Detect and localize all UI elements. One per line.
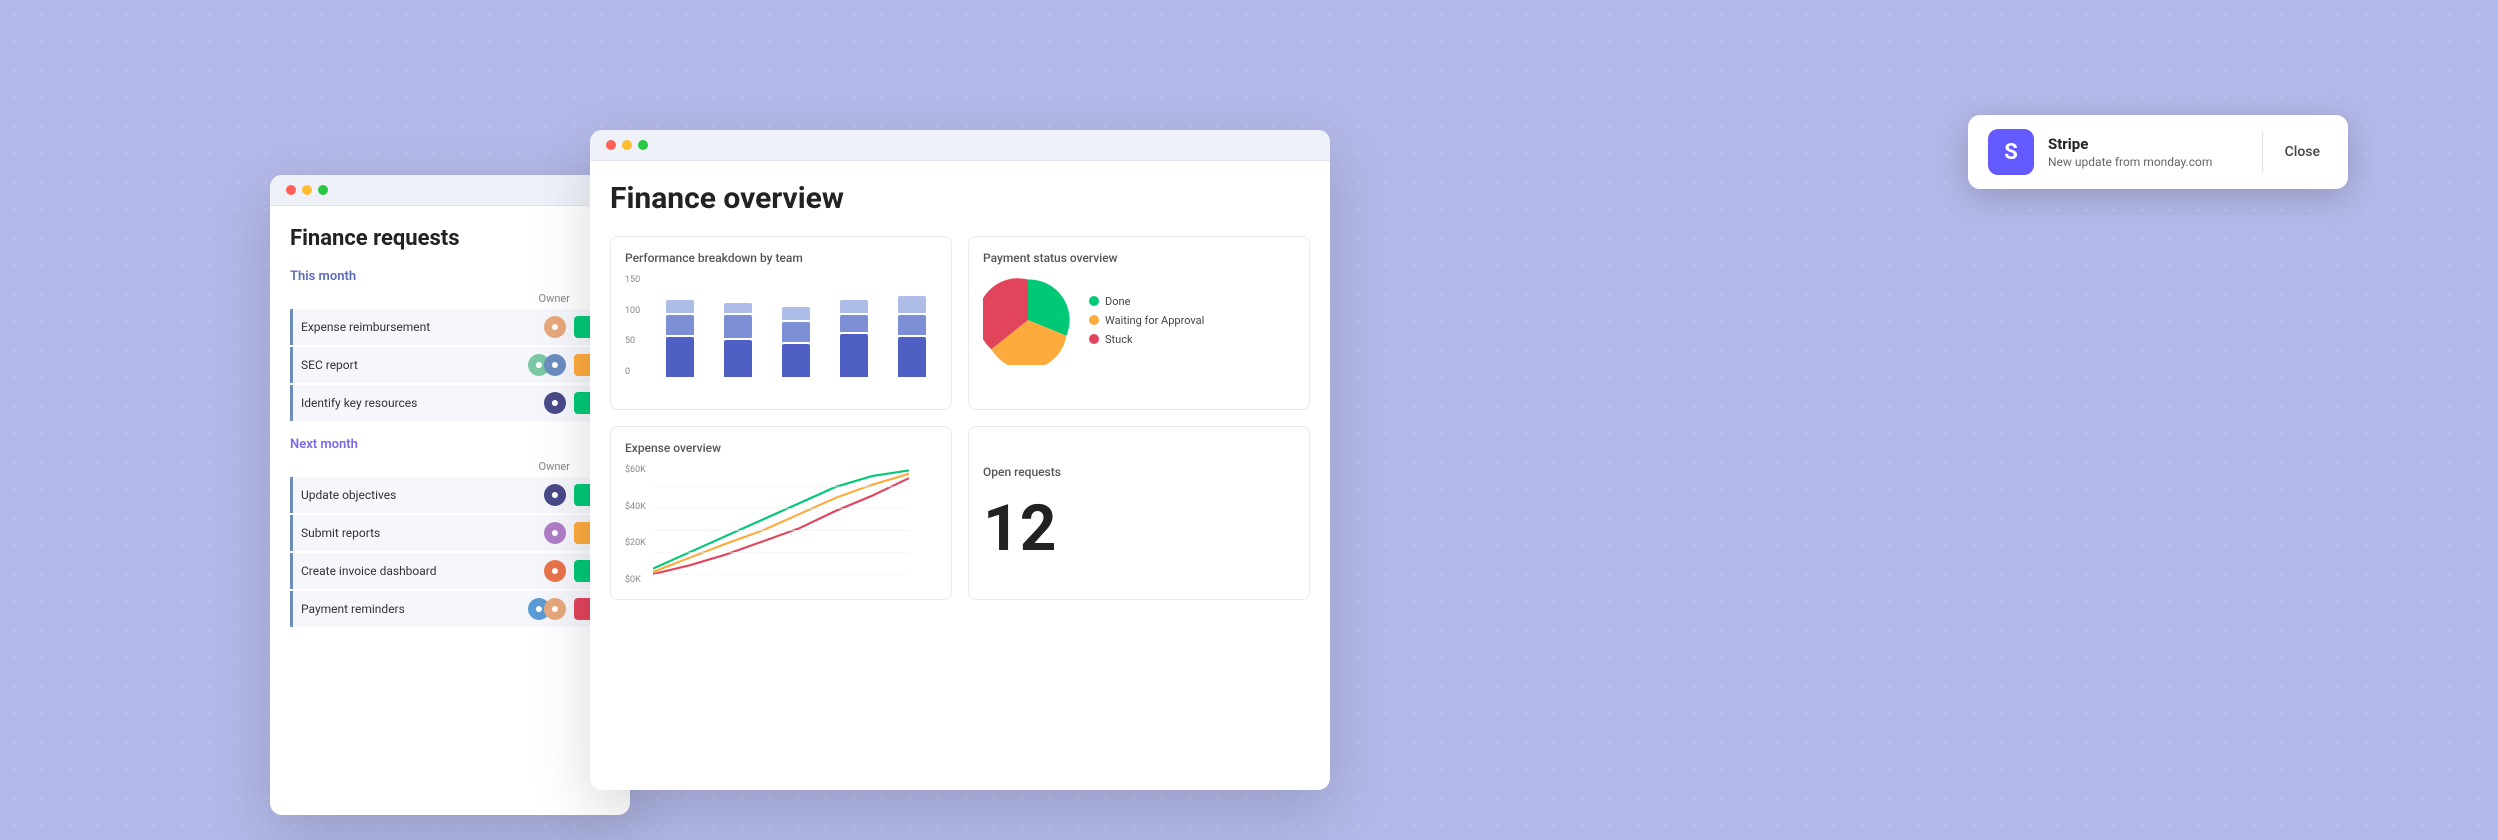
stripe-icon: S bbox=[1988, 129, 2034, 175]
stripe-notification: S Stripe New update from monday.com Clos… bbox=[1968, 115, 2348, 189]
bar-dark bbox=[666, 337, 694, 377]
expense-line-svg bbox=[625, 465, 909, 585]
task-name: Create invoice dashboard bbox=[301, 564, 536, 578]
avatar-group bbox=[528, 598, 566, 620]
notification-text: Stripe New update from monday.com bbox=[2048, 135, 2248, 169]
avatar bbox=[544, 354, 566, 376]
task-row[interactable]: Identify key resources bbox=[290, 385, 610, 421]
avatar bbox=[544, 316, 566, 338]
avatar bbox=[544, 484, 566, 506]
pie-chart-container: Done Waiting for Approval Stuck bbox=[983, 275, 1295, 365]
expense-chart-title: Expense overview bbox=[625, 441, 937, 455]
pie-legend: Done Waiting for Approval Stuck bbox=[1089, 295, 1204, 346]
line-chart: $60K $40K $20K $0K bbox=[625, 465, 937, 585]
finance-requests-window: Finance requests This month Owner Expens… bbox=[270, 175, 630, 815]
owner-header-1: Owner bbox=[290, 292, 610, 305]
dot-yellow bbox=[302, 185, 312, 195]
bar-mid bbox=[898, 315, 926, 335]
bar-group bbox=[887, 275, 937, 377]
bar-group bbox=[713, 275, 763, 377]
legend-item-stuck: Stuck bbox=[1089, 333, 1204, 346]
notification-divider bbox=[2262, 132, 2263, 172]
expense-y-labels: $60K $40K $20K $0K bbox=[625, 465, 646, 585]
task-row[interactable]: SEC report bbox=[290, 347, 610, 383]
legend-item-done: Done bbox=[1089, 295, 1204, 308]
dot-red bbox=[286, 185, 296, 195]
dot-green bbox=[638, 140, 648, 150]
bar-mid bbox=[724, 315, 752, 338]
dot-red bbox=[606, 140, 616, 150]
bar-dark bbox=[840, 334, 868, 377]
task-name: Update objectives bbox=[301, 488, 536, 502]
task-name: Payment reminders bbox=[301, 602, 520, 616]
avatar bbox=[544, 560, 566, 582]
owner-header-2: Owner bbox=[290, 460, 610, 473]
window-header-overview bbox=[590, 130, 1330, 161]
bar-mid bbox=[840, 315, 868, 332]
avatar-group bbox=[528, 354, 566, 376]
legend-item-waiting: Waiting for Approval bbox=[1089, 314, 1204, 327]
task-name: Submit reports bbox=[301, 526, 536, 540]
legend-dot-waiting bbox=[1089, 315, 1099, 325]
this-month-label: This month bbox=[290, 269, 610, 284]
performance-chart-card: Performance breakdown by team 150 100 50… bbox=[610, 236, 952, 410]
avatar bbox=[544, 392, 566, 414]
expense-chart-card: Expense overview $60K $40K $20K $0K bbox=[610, 426, 952, 600]
requests-title: Finance requests bbox=[290, 226, 610, 251]
dot-green bbox=[318, 185, 328, 195]
window-header-requests bbox=[270, 175, 630, 206]
avatar bbox=[544, 598, 566, 620]
bar-group bbox=[771, 275, 821, 377]
bar-group bbox=[829, 275, 879, 377]
open-requests-title: Open requests bbox=[983, 465, 1061, 479]
bar-group bbox=[655, 275, 705, 377]
finance-overview-window: Finance overview Performance breakdown b… bbox=[590, 130, 1330, 790]
task-row[interactable]: Expense reimbursement bbox=[290, 309, 610, 345]
notification-subtitle: New update from monday.com bbox=[2048, 155, 2248, 169]
pie-chart bbox=[983, 275, 1073, 365]
bar-dark bbox=[782, 344, 810, 377]
task-name: Expense reimbursement bbox=[301, 320, 536, 334]
bar-dark bbox=[724, 340, 752, 377]
bar-light bbox=[724, 303, 752, 313]
requests-body: Finance requests This month Owner Expens… bbox=[270, 206, 630, 649]
bar-chart-axis bbox=[655, 275, 937, 377]
charts-grid: Performance breakdown by team 150 100 50… bbox=[610, 236, 1310, 600]
dot-yellow bbox=[622, 140, 632, 150]
overview-body: Finance overview Performance breakdown b… bbox=[590, 161, 1330, 620]
payment-status-card: Payment status overview Done bbox=[968, 236, 1310, 410]
performance-chart-title: Performance breakdown by team bbox=[625, 251, 937, 265]
notification-title: Stripe bbox=[2048, 135, 2248, 153]
open-requests-card: Open requests 12 bbox=[968, 426, 1310, 600]
bar-mid bbox=[666, 315, 694, 335]
task-row[interactable]: Update objectives bbox=[290, 477, 610, 513]
bar-dark bbox=[898, 337, 926, 377]
next-month-label: Next month bbox=[290, 437, 610, 452]
legend-dot-stuck bbox=[1089, 334, 1099, 344]
legend-dot-done bbox=[1089, 296, 1099, 306]
bar-light bbox=[898, 296, 926, 313]
task-row[interactable]: Submit reports bbox=[290, 515, 610, 551]
bar-light bbox=[666, 300, 694, 313]
payment-status-title: Payment status overview bbox=[983, 251, 1295, 265]
task-row[interactable]: Payment reminders bbox=[290, 591, 610, 627]
avatar bbox=[544, 522, 566, 544]
task-name: Identify key resources bbox=[301, 396, 536, 410]
bar-mid bbox=[782, 322, 810, 342]
open-requests-number: 12 bbox=[983, 497, 1056, 561]
close-button[interactable]: Close bbox=[2277, 140, 2328, 164]
bar-light bbox=[782, 307, 810, 320]
bar-light bbox=[840, 300, 868, 313]
task-name: SEC report bbox=[301, 358, 520, 372]
bar-chart: 150 100 50 0 bbox=[625, 275, 937, 395]
task-row[interactable]: Create invoice dashboard bbox=[290, 553, 610, 589]
y-axis-labels: 150 100 50 0 bbox=[625, 275, 640, 377]
overview-title: Finance overview bbox=[610, 181, 1310, 216]
